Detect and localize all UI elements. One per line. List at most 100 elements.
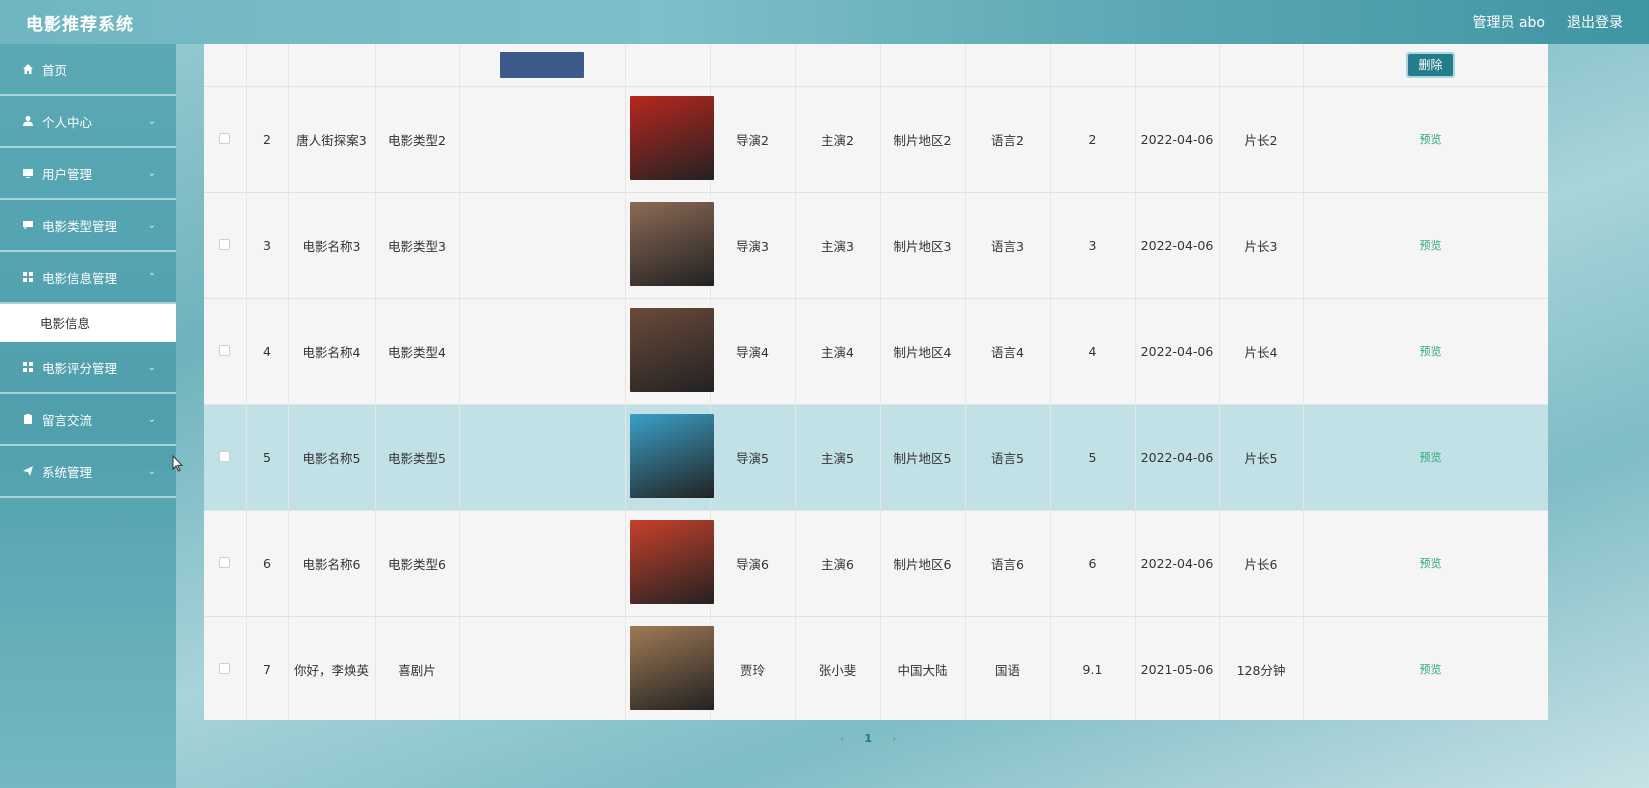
sidebar-item-system[interactable]: 系统管理 ⌄ [0,446,176,498]
preview-link[interactable]: 预览 [1420,557,1442,570]
row-number-cell: 7 [246,616,289,720]
delete-button[interactable]: 删除 [1406,52,1455,79]
mouse-cursor-icon [172,454,184,477]
sidebar: 首页 个人中心 ⌄ 用户管理 ⌄ 电影类型管理 ⌄ 电影信息管理 ⌃ 电影信息 [0,44,176,788]
release-date-cell: 2022-04-06 [1135,298,1220,405]
table-row: 5 电影名称5 电影类型5 导演5 主演5 制片地区5 语言5 5 2022-04-06 片长5 预… [204,404,1548,511]
sidebar-item-label: 电影评分管理 [42,360,118,376]
chevron-down-icon: ⌄ [147,414,156,425]
movie-type-cell: 电影类型6 [375,510,460,617]
movie-poster [629,519,714,604]
movie-poster [629,307,714,392]
duration-cell: 片长3 [1219,192,1304,299]
chevron-up-icon: ⌃ [147,272,156,283]
row-checkbox[interactable] [219,238,231,250]
pagination: ‹ 1 › [840,732,896,745]
row-checkbox[interactable] [219,450,231,462]
prev-page-button[interactable]: ‹ [840,732,844,745]
movie-name-cell: 电影名称3 [288,192,376,299]
app-title: 电影推荐系统 [26,14,134,35]
movie-name-cell: 唐人街探案3 [288,86,376,193]
table-row: 删除 [204,44,1548,87]
movie-poster [629,201,714,286]
table-row: 3 电影名称3 电影类型3 导演3 主演3 制片地区3 语言3 3 2022-04-06 片长3 预… [204,192,1548,299]
row-checkbox[interactable] [219,344,231,356]
table-row: 4 电影名称4 电影类型4 导演4 主演4 制片地区4 语言4 4 2022-04-06 片长4 预… [204,298,1548,405]
sidebar-item-label: 个人中心 [42,114,93,130]
table-row: 7 你好，李焕英 喜剧片 贾玲 张小斐 中国大陆 国语 9.1 2021-05-06 128分钟 预… [204,616,1548,720]
chevron-down-icon: ⌄ [147,220,156,231]
sidebar-item-profile[interactable]: 个人中心 ⌄ [0,96,176,148]
duration-cell: 片长6 [1219,510,1304,617]
row-number-cell: 3 [246,192,289,299]
sidebar-item-movie-info[interactable]: 电影信息管理 ⌃ [0,252,176,304]
score-cell: 6 [1050,510,1136,617]
preview-link[interactable]: 预览 [1420,663,1442,676]
movie-table: 删除 2 唐人街探案3 电影类型2 导演2 主演2 制片地区2 语言2 2 2022-04-06… [204,44,1548,720]
release-date-cell: 2022-04-06 [1135,86,1220,193]
release-date-cell: 2022-04-06 [1135,404,1220,511]
duration-cell: 片长4 [1219,298,1304,405]
user-icon [22,115,34,127]
production-region-cell: 制片地区5 [880,404,966,511]
next-page-button[interactable]: › [892,732,896,745]
language-cell: 语言6 [965,510,1051,617]
page-number-current[interactable]: 1 [864,732,872,745]
row-number-cell: 6 [246,510,289,617]
production-region-cell: 制片地区2 [880,86,966,193]
score-cell: 4 [1050,298,1136,405]
duration-cell: 片长5 [1219,404,1304,511]
score-cell: 5 [1050,404,1136,511]
production-region-cell: 制片地区3 [880,192,966,299]
home-icon [22,63,34,75]
lead-actor-cell: 主演3 [795,192,881,299]
director-cell: 导演6 [710,510,796,617]
clipboard-icon [22,413,34,425]
top-header: 电影推荐系统 管理员 abo 退出登录 [0,0,1649,44]
sidebar-subitem-label: 电影信息 [40,315,91,331]
row-checkbox[interactable] [219,132,231,144]
row-checkbox[interactable] [219,556,231,568]
chevron-down-icon: ⌄ [147,116,156,127]
grid-icon [22,361,34,373]
sidebar-item-label: 电影类型管理 [42,218,118,234]
lead-actor-cell: 主演5 [795,404,881,511]
movie-poster [629,95,714,180]
row-checkbox[interactable] [219,662,231,674]
lead-actor-cell: 主演2 [795,86,881,193]
duration-cell: 片长2 [1219,86,1304,193]
language-cell: 语言5 [965,404,1051,511]
sidebar-subitem-movie-info[interactable]: 电影信息 [0,304,176,342]
logout-link[interactable]: 退出登录 [1567,12,1623,32]
sidebar-item-label: 系统管理 [42,464,93,480]
score-cell: 2 [1050,86,1136,193]
preview-link[interactable]: 预览 [1420,239,1442,252]
sidebar-item-messages[interactable]: 留言交流 ⌄ [0,394,176,446]
preview-link[interactable]: 预览 [1420,133,1442,146]
movie-name-cell: 电影名称6 [288,510,376,617]
movie-type-cell: 电影类型4 [375,298,460,405]
sidebar-item-label: 用户管理 [42,166,93,182]
preview-link[interactable]: 预览 [1420,345,1442,358]
sidebar-item-movie-types[interactable]: 电影类型管理 ⌄ [0,200,176,252]
sidebar-item-ratings[interactable]: 电影评分管理 ⌄ [0,342,176,394]
movie-table-panel: 删除 2 唐人街探案3 电影类型2 导演2 主演2 制片地区2 语言2 2 2022-04-06… [204,44,1548,720]
sidebar-item-home[interactable]: 首页 [0,44,176,96]
movie-type-cell: 喜剧片 [375,616,460,720]
director-cell: 导演3 [710,192,796,299]
send-icon [22,465,34,477]
lead-actor-cell: 张小斐 [795,616,881,720]
chevron-down-icon: ⌄ [147,466,156,477]
row-number-cell: 4 [246,298,289,405]
director-cell: 导演5 [710,404,796,511]
sidebar-item-users[interactable]: 用户管理 ⌄ [0,148,176,200]
preview-link[interactable]: 预览 [1420,451,1442,464]
language-cell: 语言3 [965,192,1051,299]
release-date-cell: 2021-05-06 [1135,616,1220,720]
language-cell: 国语 [965,616,1051,720]
production-region-cell: 制片地区6 [880,510,966,617]
production-region-cell: 中国大陆 [880,616,966,720]
movie-type-cell: 电影类型3 [375,192,460,299]
movie-poster [629,625,714,710]
chevron-down-icon: ⌄ [147,168,156,179]
